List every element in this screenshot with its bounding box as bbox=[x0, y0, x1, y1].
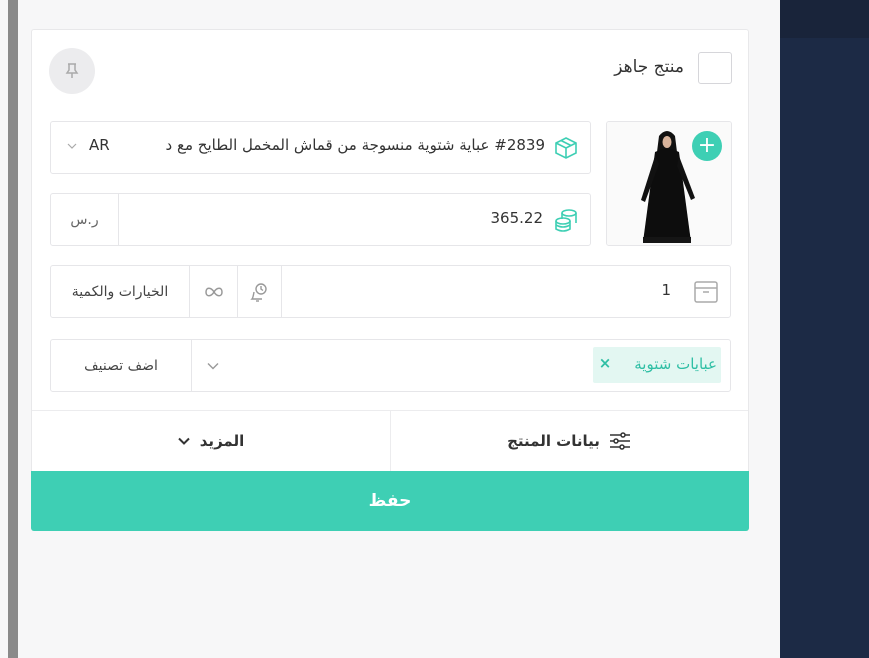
add-image-button[interactable]: + bbox=[692, 131, 722, 161]
chevron-down-icon bbox=[67, 143, 77, 149]
ready-product-label: منتج جاهز bbox=[614, 57, 684, 77]
plus-icon: + bbox=[697, 133, 717, 158]
quantity-input[interactable]: 1 bbox=[651, 281, 671, 299]
category-tag: عبايات شتوية × bbox=[593, 347, 721, 383]
add-category-button[interactable]: اضف تصنيف bbox=[51, 340, 192, 391]
options-quantity-button[interactable]: الخيارات والكمية bbox=[51, 266, 190, 317]
tab-more[interactable]: المزيد bbox=[32, 411, 390, 471]
product-card: منتج جاهز + AR #2839 عباية شتوية منسوجة … bbox=[31, 29, 749, 531]
unlimited-quantity-button[interactable] bbox=[190, 266, 238, 317]
pin-button[interactable] bbox=[49, 48, 95, 94]
currency-label: ر.س bbox=[51, 194, 119, 245]
product-name-field[interactable]: AR #2839 عباية شتوية منسوجة من قماش المخ… bbox=[50, 121, 591, 174]
sliders-icon bbox=[609, 432, 630, 450]
left-scroll-edge bbox=[8, 0, 18, 658]
category-dropdown-toggle[interactable] bbox=[203, 356, 223, 376]
chevron-down-icon bbox=[207, 363, 219, 370]
quantity-field[interactable]: الخيارات والكمية 1 bbox=[50, 265, 731, 318]
infinity-icon bbox=[204, 287, 223, 296]
tab-product-data-label: بيانات المنتج bbox=[507, 432, 600, 450]
side-panel-header bbox=[780, 0, 869, 38]
card-tabs: المزيد بيانات المنتج bbox=[32, 410, 748, 471]
price-input[interactable]: 365.22 bbox=[471, 209, 544, 227]
language-select[interactable]: AR bbox=[89, 136, 110, 154]
tab-more-label: المزيد bbox=[199, 432, 245, 450]
coins-icon bbox=[555, 209, 577, 232]
archive-icon bbox=[694, 281, 718, 303]
pin-icon bbox=[65, 63, 79, 78]
stock-alert-button[interactable] bbox=[238, 266, 282, 317]
close-icon[interactable]: × bbox=[597, 354, 613, 372]
category-field[interactable]: اضف تصنيف عبايات شتوية × bbox=[50, 339, 731, 392]
category-tag-label: عبايات شتوية bbox=[634, 355, 717, 373]
ready-product-checkbox[interactable] bbox=[698, 52, 732, 84]
alarm-icon bbox=[249, 282, 267, 302]
box-icon bbox=[555, 137, 577, 159]
side-panel bbox=[780, 0, 869, 658]
product-name-input[interactable]: #2839 عباية شتوية منسوجة من قماش المخمل … bbox=[129, 136, 545, 154]
save-button[interactable]: حفظ bbox=[31, 471, 749, 531]
tab-product-data[interactable]: بيانات المنتج bbox=[390, 411, 748, 471]
chevron-down-icon bbox=[178, 437, 190, 445]
price-field[interactable]: ر.س 365.22 bbox=[50, 193, 591, 246]
